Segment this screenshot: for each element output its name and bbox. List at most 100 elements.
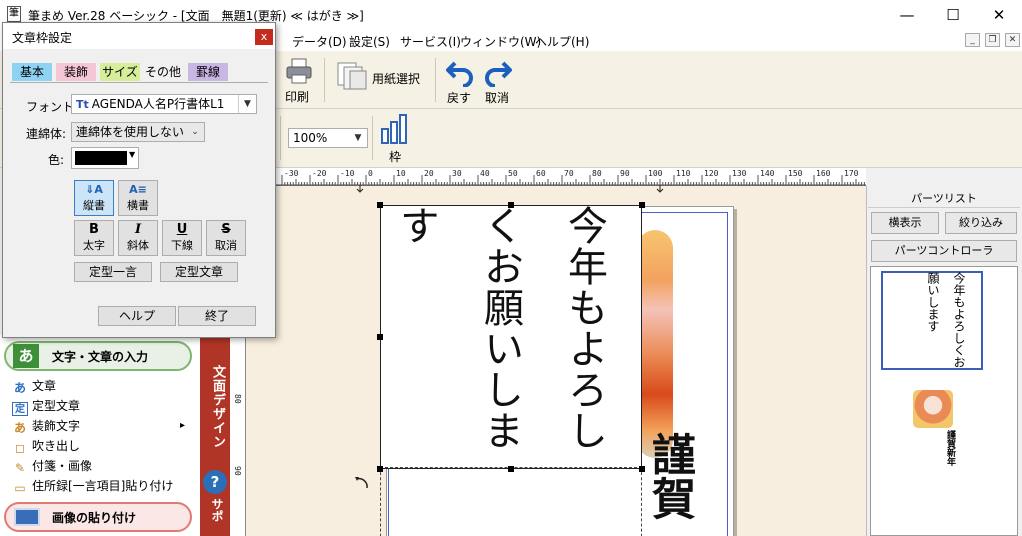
strikethrough-button[interactable]: S 取消 — [206, 220, 246, 256]
selection-handle[interactable] — [377, 334, 383, 340]
ruler-tick-label: 70 — [564, 169, 574, 178]
menu-settings[interactable]: 設定(S) — [349, 33, 390, 50]
list-item-label: 付箋・画像 — [32, 459, 93, 473]
chevron-down-icon: ▼ — [354, 133, 362, 143]
help-question-icon[interactable]: ? — [203, 470, 227, 494]
maximize-button[interactable]: ☐ — [930, 0, 976, 30]
horizontal-ruler: -30 -20 -10 0 10 20 30 40 50 60 70 80 90 100 110 120 130… — [270, 168, 866, 186]
tab-size[interactable]: サイズ — [100, 63, 140, 81]
ruler-tick-label: 90 — [620, 169, 630, 178]
ruler-tick-label: 110 — [676, 169, 691, 178]
template-doc-icon: 定 — [12, 402, 28, 416]
list-item-sentence[interactable]: あ文章 — [12, 376, 198, 396]
selection-handle[interactable] — [639, 202, 645, 208]
ruler-tick-label: 80 — [592, 169, 602, 178]
filter-button[interactable]: 絞り込み — [945, 212, 1017, 234]
text-input-section-label: 文字・文章の入力 — [52, 350, 149, 364]
tab-support[interactable]: サポ — [204, 498, 226, 536]
toolbar-separator — [435, 58, 436, 102]
help-button[interactable]: ヘルプ — [98, 306, 176, 326]
print-label: 印刷 — [285, 90, 310, 104]
frame-label: 枠 — [389, 150, 402, 164]
italic-icon: I — [134, 222, 142, 237]
textbox-text[interactable]: 今年もよろしくお願いします — [384, 205, 640, 467]
tab-basic[interactable]: 基本 — [12, 63, 52, 81]
ruler-tick-label: 150 — [788, 169, 803, 178]
ruler-tick-label: -20 — [312, 169, 327, 178]
redo-arrow-icon — [485, 61, 512, 87]
bold-icon: B — [89, 222, 99, 237]
mdi-minimize-button[interactable]: _ — [965, 33, 980, 47]
printer-icon — [286, 58, 312, 84]
list-item-sticky-image[interactable]: ✎ 付箋・画像 — [12, 456, 198, 476]
italic-label: 斜体 — [127, 239, 149, 252]
selection-handle[interactable] — [377, 202, 383, 208]
list-item-label: 文章 — [32, 379, 57, 393]
tab-decoration[interactable]: 装飾 — [56, 63, 96, 81]
horizontal-writing-label: 横書 — [127, 199, 149, 212]
paper-select-button[interactable]: 用紙選択 — [334, 57, 424, 97]
ruler-tick-label: 30 — [452, 169, 462, 178]
fixed-sentence-button[interactable]: 定型文章 — [160, 262, 238, 282]
list-item-template-sentence[interactable]: 定定型文章 — [12, 396, 198, 416]
list-item-decorative-text[interactable]: あ装飾文字 ▸ — [12, 416, 198, 436]
mdi-close-button[interactable]: ✕ — [1005, 33, 1020, 47]
menu-service[interactable]: サービス(I) — [400, 33, 461, 50]
new-year-illustration[interactable] — [637, 230, 673, 458]
tab-other[interactable]: その他 — [144, 63, 182, 81]
address-book-icon: ▭ — [14, 481, 26, 495]
selection-handle[interactable] — [377, 466, 383, 472]
selection-handle[interactable] — [508, 466, 514, 472]
renmen-label: 連綿体: — [26, 127, 67, 141]
lower-textbox[interactable] — [380, 467, 642, 536]
decorative-a-icon: あ — [13, 421, 26, 435]
redo-button[interactable]: 取消 — [482, 56, 514, 105]
renmen-select[interactable]: 連綿体を使用しない — [71, 122, 205, 142]
horizontal-writing-button[interactable]: A≡ 横書 — [118, 180, 158, 216]
ruler-tick-label: 120 — [704, 169, 719, 178]
bold-button[interactable]: B 太字 — [74, 220, 114, 256]
paper-stack-icon — [337, 62, 367, 90]
horizontal-view-button[interactable]: 横表示 — [871, 212, 939, 234]
picture-icon — [14, 508, 40, 526]
font-select[interactable]: Tt AGENDA人名P行書体L1 — [71, 94, 257, 114]
vruler-tick-label: 80 — [233, 394, 242, 404]
ruler-tick-label: -30 — [284, 169, 299, 178]
tab-border[interactable]: 罫線 — [188, 63, 228, 81]
finish-button[interactable]: 終了 — [178, 306, 256, 326]
ruler-tick-label: 0 — [368, 169, 373, 178]
toolbar-separator — [372, 116, 373, 160]
italic-button[interactable]: I 斜体 — [118, 220, 158, 256]
list-item-speech-bubble[interactable]: ◻ 吹き出し — [12, 436, 198, 456]
close-button[interactable]: ✕ — [976, 0, 1022, 30]
frame-button[interactable]: 枠 — [380, 113, 412, 164]
vertical-writing-button[interactable]: ⇓A 縦書 — [74, 180, 114, 216]
dialog-close-button[interactable]: x — [255, 29, 273, 45]
menu-data[interactable]: データ(D) — [292, 33, 347, 50]
mdi-restore-button[interactable]: ❐ — [985, 33, 1000, 47]
menu-help[interactable]: ヘルプ(H) — [535, 33, 589, 50]
selection-handle[interactable] — [639, 466, 645, 472]
print-button[interactable]: 印刷 — [283, 55, 315, 105]
vertical-text-icon: ⇓A — [85, 183, 103, 196]
list-item-address-paste[interactable]: ▭ 住所録[一言項目]貼り付け — [12, 476, 198, 496]
toolbar-separator — [324, 58, 325, 102]
undo-button[interactable]: 戻す — [444, 56, 476, 105]
paper-select-label: 用紙選択 — [372, 72, 421, 86]
minimize-button[interactable]: — — [884, 0, 930, 30]
rotate-handle-icon[interactable] — [354, 475, 370, 491]
ruler-tick-label: 170 — [844, 169, 859, 178]
font-value: AGENDA人名P行書体L1 — [91, 97, 225, 111]
menu-window[interactable]: ウィンドウ(W) — [460, 33, 541, 50]
hiragana-a-icon: あ — [13, 381, 26, 395]
underline-button[interactable]: U 下線 — [162, 220, 202, 256]
tab-design[interactable]: 文面デザイン — [203, 365, 227, 475]
color-picker[interactable]: ▼ — [71, 147, 139, 169]
preview-illustration[interactable] — [913, 390, 953, 428]
ruler-tick-label: -10 — [340, 169, 355, 178]
font-type-icon: Tt — [76, 98, 89, 111]
fixed-phrase-button[interactable]: 定型一言 — [74, 262, 152, 282]
parts-controller-button[interactable]: パーツコントローラ — [871, 240, 1017, 262]
strikethrough-icon: S — [221, 222, 231, 237]
selection-handle[interactable] — [508, 202, 514, 208]
